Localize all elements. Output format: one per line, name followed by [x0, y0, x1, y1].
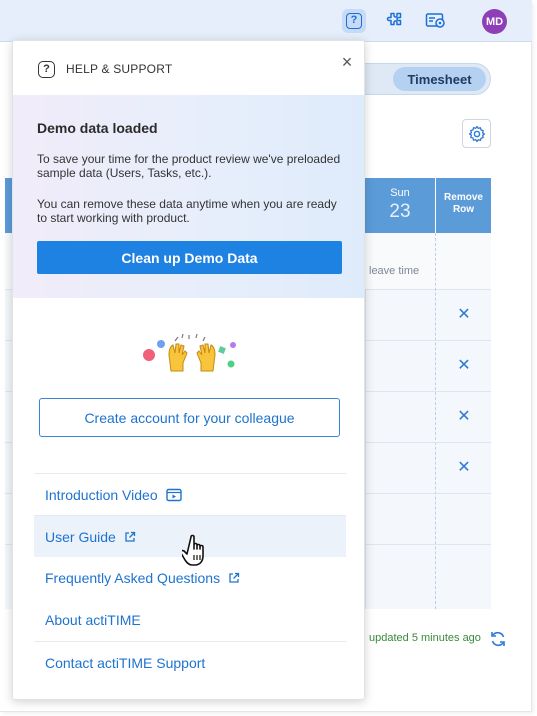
refresh-icon[interactable]	[489, 630, 507, 648]
demo-text-remove: You can remove these data anytime when y…	[37, 197, 337, 225]
help-panel-title: HELP & SUPPORT	[66, 62, 173, 76]
day-name: Sun	[390, 187, 410, 199]
demo-data-box: Demo data loaded To save your time for t…	[13, 95, 364, 298]
link-label: Frequently Asked Questions	[45, 570, 221, 586]
avatar[interactable]: MD	[482, 9, 507, 34]
demo-text-preloaded: To save your time for the product review…	[37, 152, 341, 180]
link-label: User Guide	[45, 528, 116, 545]
help-support-panel: ? HELP & SUPPORT × Demo data loaded To s…	[12, 40, 365, 700]
external-link-icon	[125, 531, 135, 542]
link-introduction-video[interactable]: Introduction Video	[34, 473, 346, 515]
remove-row-button[interactable]: ✕	[457, 358, 471, 374]
link-label: About actiTIME	[45, 612, 141, 628]
help-links-list: Introduction Video User Guide Frequently…	[34, 473, 346, 683]
hand-cursor-icon	[182, 534, 204, 566]
puzzle-icon[interactable]	[382, 9, 406, 33]
tab-timesheet[interactable]: Timesheet	[393, 67, 486, 91]
create-account-button[interactable]: Create account for your colleague	[39, 398, 340, 437]
help-panel-header: ? HELP & SUPPORT ×	[13, 41, 364, 95]
grid-settings-button[interactable]	[462, 119, 491, 148]
link-about-actitime[interactable]: About actiTIME	[34, 599, 346, 641]
settings-card-icon[interactable]	[424, 9, 448, 33]
help-icon: ?	[346, 13, 362, 29]
top-bar: ? MD	[0, 0, 532, 42]
link-label: Introduction Video	[45, 486, 158, 503]
status-text: updated 5 minutes ago	[369, 632, 481, 644]
external-link-icon	[229, 572, 240, 583]
help-button[interactable]: ?	[342, 9, 366, 33]
remove-row-button[interactable]: ✕	[457, 307, 471, 323]
link-label: Contact actiTIME Support	[45, 654, 206, 671]
day-number: 23	[389, 201, 411, 222]
remove-row-button[interactable]: ✕	[457, 409, 471, 425]
leave-time-label: leave time	[369, 265, 420, 277]
demo-heading: Demo data loaded	[37, 120, 158, 136]
gear-icon	[468, 125, 485, 142]
link-contact-support[interactable]: Contact actiTIME Support	[34, 641, 346, 683]
clean-up-demo-data-button[interactable]: Clean up Demo Data	[37, 241, 342, 274]
video-icon	[165, 488, 182, 501]
remove-row-button[interactable]: ✕	[457, 460, 471, 476]
celebration-icon	[143, 333, 236, 372]
remove-row-header: Remove Row	[435, 178, 491, 233]
day-column-sunday: Sun 23	[365, 178, 435, 233]
close-icon[interactable]: ×	[339, 53, 355, 71]
help-icon: ?	[38, 61, 55, 78]
